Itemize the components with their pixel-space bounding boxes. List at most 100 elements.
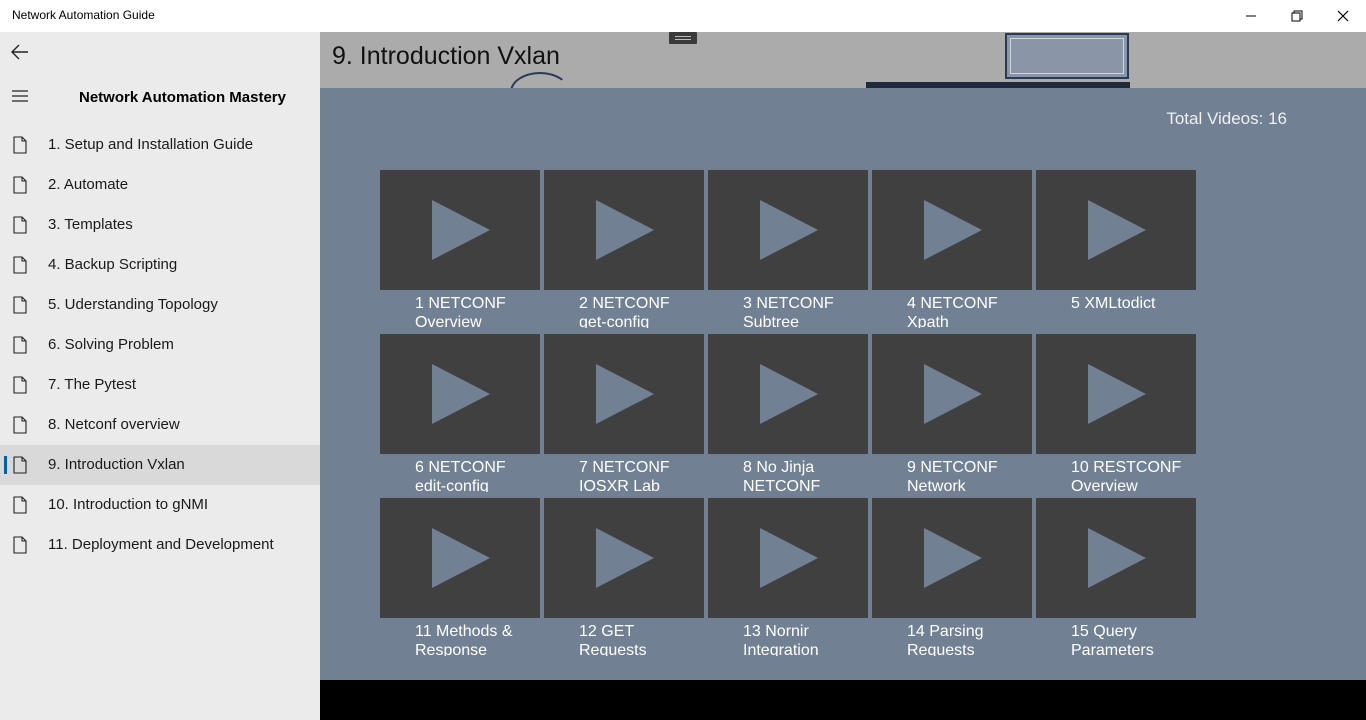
document-icon: [13, 336, 27, 354]
sidebar-item[interactable]: 10. Introduction to gNMI: [0, 485, 320, 525]
video-thumbnail[interactable]: [708, 334, 868, 454]
video-caption: 10 RESTCONF Overview: [1071, 459, 1182, 492]
sidebar-item[interactable]: 7. The Pytest: [0, 365, 320, 405]
video-tile[interactable]: 15 Query Parameters: [1036, 498, 1196, 658]
video-caption: 12 GET Requests: [579, 623, 647, 656]
video-caption: 5 XMLtodict: [1071, 295, 1156, 312]
video-thumbnail[interactable]: [544, 498, 704, 618]
sidebar-item[interactable]: 2. Automate: [0, 165, 320, 205]
play-icon: [596, 200, 654, 260]
video-tile[interactable]: 11 Methods & Response: [380, 498, 540, 658]
video-tile[interactable]: 10 RESTCONF Overview: [1036, 334, 1196, 494]
video-thumbnail[interactable]: [1036, 334, 1196, 454]
play-icon: [760, 200, 818, 260]
video-caption: 6 NETCONF edit-config: [415, 459, 506, 492]
restore-icon: [1291, 10, 1303, 22]
play-icon: [924, 200, 982, 260]
sidebar-item[interactable]: 6. Solving Problem: [0, 325, 320, 365]
video-caption: 13 Nornir Integration: [743, 623, 819, 656]
selection-indicator: [4, 456, 7, 474]
video-thumbnail[interactable]: [872, 170, 1032, 290]
header-banner: 9. Introduction Vxlan: [320, 32, 1366, 88]
sidebar-item-label: 9. Introduction Vxlan: [48, 456, 185, 473]
video-thumbnail[interactable]: [708, 170, 868, 290]
chapter-list: 1. Setup and Installation Guide 2. Automa…: [0, 125, 320, 565]
video-tile[interactable]: 8 No Jinja NETCONF: [708, 334, 868, 494]
video-tile[interactable]: 12 GET Requests: [544, 498, 704, 658]
video-caption: 1 NETCONF Overview: [415, 295, 506, 328]
sidebar-item[interactable]: 3. Templates: [0, 205, 320, 245]
sidebar-item-label: 10. Introduction to gNMI: [48, 496, 209, 513]
video-caption: 7 NETCONF IOSXR Lab: [579, 459, 670, 492]
sidebar-item-label: 7. The Pytest: [48, 376, 137, 393]
video-thumbnail[interactable]: [708, 498, 868, 618]
video-tile[interactable]: 14 Parsing Requests: [872, 498, 1032, 658]
sidebar-item-label: 1. Setup and Installation Guide: [48, 136, 254, 153]
video-thumbnail[interactable]: [544, 334, 704, 454]
sidebar-item[interactable]: 5. Uderstanding Topology: [0, 285, 320, 325]
sidebar-item-label: 2. Automate: [48, 176, 129, 193]
document-icon: [13, 256, 27, 274]
video-tile[interactable]: 5 XMLtodict: [1036, 170, 1196, 330]
sidebar-item-label: 8. Netconf overview: [48, 416, 180, 433]
sidebar-item-label: 4. Backup Scripting: [48, 256, 178, 273]
document-icon: [13, 176, 27, 194]
sidebar-item[interactable]: 9. Introduction Vxlan: [0, 445, 320, 485]
video-thumbnail[interactable]: [1036, 498, 1196, 618]
play-icon: [1088, 200, 1146, 260]
sidebar: Network Automation Mastery 1. Setup and …: [0, 32, 320, 720]
play-icon: [596, 364, 654, 424]
page-title: 9. Introduction Vxlan: [332, 42, 560, 70]
video-tile[interactable]: 2 NETCONF get-config: [544, 170, 704, 330]
banner-monitor-graphic: [1005, 33, 1129, 79]
play-icon: [1088, 528, 1146, 588]
drag-handle[interactable]: [669, 32, 697, 44]
play-icon: [432, 364, 490, 424]
play-icon: [596, 528, 654, 588]
video-thumbnail[interactable]: [872, 498, 1032, 618]
video-tile[interactable]: 9 NETCONF Network: [872, 334, 1032, 494]
main-content: 9. Introduction Vxlan Total Videos: 16 1…: [320, 32, 1366, 680]
video-thumbnail[interactable]: [380, 498, 540, 618]
document-icon: [13, 376, 27, 394]
restore-button[interactable]: [1274, 0, 1320, 32]
sidebar-item[interactable]: 11. Deployment and Development: [0, 525, 320, 565]
minimize-icon: [1246, 15, 1256, 17]
document-icon: [13, 496, 27, 514]
play-icon: [924, 364, 982, 424]
video-tile[interactable]: 6 NETCONF edit-config: [380, 334, 540, 494]
video-tile[interactable]: 7 NETCONF IOSXR Lab: [544, 334, 704, 494]
sidebar-item[interactable]: 1. Setup and Installation Guide: [0, 125, 320, 165]
play-icon: [432, 200, 490, 260]
close-button[interactable]: [1320, 0, 1366, 32]
sidebar-item-label: 3. Templates: [48, 216, 133, 233]
document-icon: [13, 216, 27, 234]
back-arrow-icon: [11, 44, 28, 60]
document-icon: [13, 416, 27, 434]
video-tile[interactable]: 4 NETCONF Xpath: [872, 170, 1032, 330]
sidebar-item-label: 6. Solving Problem: [48, 336, 174, 353]
hamburger-menu-button[interactable]: [0, 76, 40, 116]
video-tile[interactable]: 13 Nornir Integration: [708, 498, 868, 658]
video-caption: 8 No Jinja NETCONF: [743, 459, 821, 492]
video-thumbnail[interactable]: [380, 170, 540, 290]
video-caption: 15 Query Parameters: [1071, 623, 1154, 656]
video-tile[interactable]: 3 NETCONF Subtree: [708, 170, 868, 330]
video-tile[interactable]: 1 NETCONF Overview: [380, 170, 540, 330]
video-thumbnail[interactable]: [544, 170, 704, 290]
total-videos-label: Total Videos: 16: [1166, 109, 1287, 128]
document-icon: [13, 296, 27, 314]
play-icon: [924, 528, 982, 588]
video-thumbnail[interactable]: [872, 334, 1032, 454]
banner-desk-graphic: [866, 82, 1130, 88]
video-thumbnail[interactable]: [380, 334, 540, 454]
video-thumbnail[interactable]: [1036, 170, 1196, 290]
sidebar-item[interactable]: 4. Backup Scripting: [0, 245, 320, 285]
sidebar-item-label: 11. Deployment and Development: [48, 536, 274, 553]
app-title: Network Automation Guide: [12, 8, 155, 22]
video-caption: 3 NETCONF Subtree: [743, 295, 834, 328]
sidebar-item[interactable]: 8. Netconf overview: [0, 405, 320, 445]
minimize-button[interactable]: [1228, 0, 1274, 32]
play-icon: [760, 364, 818, 424]
back-button[interactable]: [0, 32, 40, 72]
